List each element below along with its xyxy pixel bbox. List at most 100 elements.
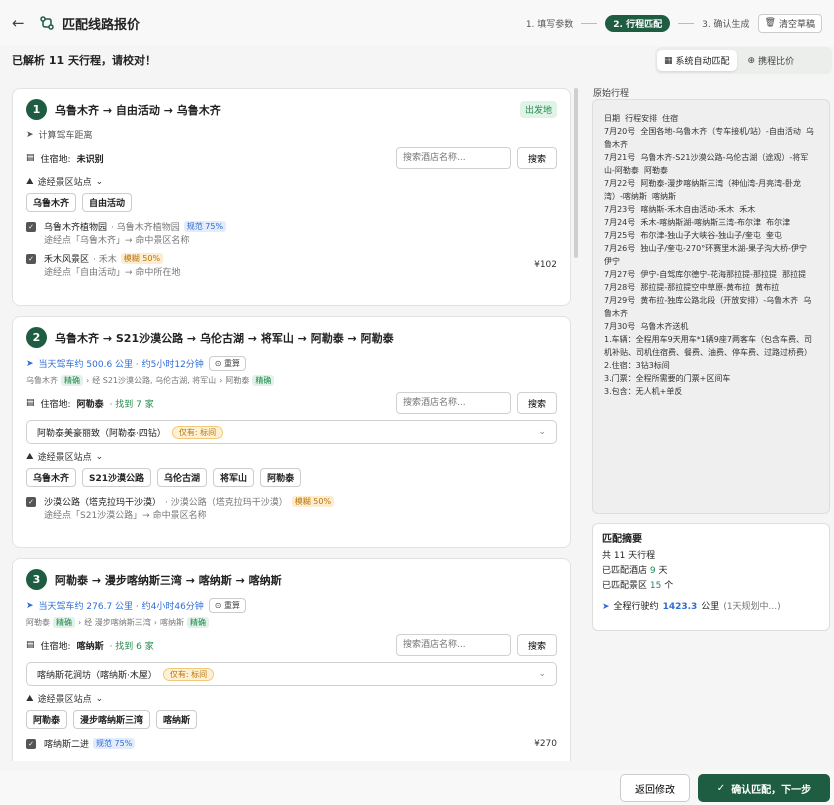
step-divider xyxy=(581,22,598,24)
via-label: 途经景区站点 xyxy=(37,695,92,705)
summary-hotels-prefix: 已匹配酒店 xyxy=(602,566,648,576)
summary-title: 匹配摘要 xyxy=(602,534,642,545)
raw-itinerary-text: 日期 行程安排 住宿 7月20号 全国各地-乌鲁木齐（专车接机/站）-自由活动 … xyxy=(592,99,830,514)
poi-item: ✓ 乌鲁木齐植物园 · 乌鲁木齐植物园 规范 75% 途经点「乌鲁木齐」→ 命中… xyxy=(26,220,557,246)
room-type-tag: 仅有: 标间 xyxy=(171,425,224,439)
total-km: 1423.3 xyxy=(662,602,698,612)
total-unit: 公里 xyxy=(701,602,720,612)
hotel-search-input[interactable] xyxy=(396,634,511,656)
via-chip[interactable]: 将军山 xyxy=(213,468,255,487)
page-title: 匹配线路报价 xyxy=(62,17,141,33)
hotel-icon: ▤ xyxy=(26,640,35,650)
mountain-icon: ⛰ xyxy=(26,176,34,187)
summary-pois-prefix: 已匹配景区 xyxy=(602,581,648,591)
poi-checkbox[interactable]: ✓ xyxy=(26,222,36,232)
day-card-1: 1 乌鲁木齐 → 自由活动 → 乌鲁木齐 出发地 ➤ 计算驾车距离 ▤ 住宿地:… xyxy=(12,88,571,306)
poi-price: ¥102 xyxy=(534,260,557,270)
poi-sub: · 沙漠公路（塔克拉玛干沙漠） xyxy=(165,498,288,508)
via-chip[interactable]: 乌鲁木齐 xyxy=(26,193,77,212)
stepper: 1. 填写参数 2. 行程匹配 3. 确认生成 🗑 清空草稿 xyxy=(525,13,822,33)
poi-note: 途经点「S21沙漠公路」→ 命中景区名称 xyxy=(44,511,207,521)
via-chip[interactable]: 喀纳斯 xyxy=(156,710,198,729)
match-badge: 模糊 50% xyxy=(120,253,164,264)
via-label: 途经景区站点 xyxy=(37,178,92,188)
via-section-toggle[interactable]: ⛰ 途经景区站点 ⌄ xyxy=(26,450,557,464)
day-card-2: 2 乌鲁木齐 → S21沙漠公路 → 乌伦古湖 → 将军山 → 阿勒泰 → 阿勒… xyxy=(12,316,571,548)
precise-badge: 精确 xyxy=(53,617,75,628)
drive-info: ➤ 当天驾车约 276.7 公里 · 约4小时46分钟 ⊙ 重算 xyxy=(26,598,557,613)
chevron-down-icon: ⌄ xyxy=(95,693,104,704)
recalc-button[interactable]: ⊙ 重算 xyxy=(208,356,247,371)
via-to: 喀纳斯 xyxy=(159,618,184,627)
hotel-icon: ▤ xyxy=(26,398,35,408)
match-summary: 匹配摘要 共 11 天行程 已匹配酒店 9 天 已匹配景区 15 个 ➤ 全程行… xyxy=(592,523,830,631)
check-icon: ✓ xyxy=(716,782,726,794)
navigation-icon: ➤ xyxy=(602,602,610,612)
precise-badge: 精确 xyxy=(61,375,83,386)
poi-item: ✓ 沙漠公路（塔克拉玛干沙漠） · 沙漠公路（塔克拉玛干沙漠） 模糊 50% 途… xyxy=(26,495,557,521)
summary-hotels-unit: 天 xyxy=(658,566,668,576)
recalc-label: 重算 xyxy=(224,601,241,610)
via-chip[interactable]: 乌伦古湖 xyxy=(157,468,208,487)
confirm-next-button[interactable]: ✓ 确认匹配，下一步 xyxy=(698,774,830,802)
match-badge: 规范 75% xyxy=(93,738,136,749)
back-arrow-icon[interactable]: ← xyxy=(12,14,30,32)
hotel-search-input[interactable] xyxy=(396,147,511,169)
via-mid: 经 漫步喀纳斯三湾 xyxy=(84,618,151,627)
clear-draft-button[interactable]: 🗑 清空草稿 xyxy=(757,13,822,33)
poi-checkbox[interactable]: ✓ xyxy=(26,739,36,749)
stay-value: 阿勒泰 xyxy=(76,399,104,410)
stay-value: 未识别 xyxy=(76,154,104,165)
hotel-icon: ▤ xyxy=(26,153,35,163)
room-type-tag: 仅有: 标间 xyxy=(162,667,215,681)
day-list: 1 乌鲁木齐 → 自由活动 → 乌鲁木齐 出发地 ➤ 计算驾车距离 ▤ 住宿地:… xyxy=(12,88,571,761)
via-chip[interactable]: 阿勒泰 xyxy=(260,468,302,487)
hotel-search-button[interactable]: 搜索 xyxy=(517,147,557,169)
day-number: 3 xyxy=(26,569,47,590)
mode-auto-match[interactable]: ▦ 系统自动匹配 xyxy=(657,50,737,71)
stay-label: 住宿地: xyxy=(40,154,71,165)
navigation-icon: ➤ xyxy=(26,358,34,369)
summary-days: 共 11 天行程 xyxy=(602,551,656,561)
hotel-search-button[interactable]: 搜索 xyxy=(517,392,557,414)
via-chip[interactable]: 漫步喀纳斯三湾 xyxy=(73,710,151,729)
poi-sub: · 禾木 xyxy=(93,255,117,265)
poi-checkbox[interactable]: ✓ xyxy=(26,497,36,507)
day-route: 阿勒泰 → 漫步喀纳斯三湾 → 喀纳斯 → 喀纳斯 xyxy=(55,573,282,587)
step-1: 1. 填写参数 xyxy=(525,19,574,30)
day-route: 乌鲁木齐 → 自由活动 → 乌鲁木齐 xyxy=(55,103,221,117)
recalc-button[interactable]: ⊙ 重算 xyxy=(208,598,247,613)
calc-distance-link[interactable]: ➤ 计算驾车距离 xyxy=(26,128,557,142)
via-label: 途经景区站点 xyxy=(37,453,92,463)
confirm-next-label: 确认匹配，下一步 xyxy=(731,784,812,796)
via-chips: 乌鲁木齐 自由活动 xyxy=(26,193,557,212)
poi-checkbox[interactable]: ✓ xyxy=(26,254,36,264)
via-chip[interactable]: S21沙漠公路 xyxy=(82,468,152,487)
summary-hotels-count: 9 xyxy=(649,566,656,576)
poi-name: 喀纳斯二进 xyxy=(44,740,90,750)
poi-note: 途经点「乌鲁木齐」→ 命中景区名称 xyxy=(44,236,190,246)
day-number: 1 xyxy=(26,99,47,120)
hotel-select[interactable]: 阿勒泰美豪丽致（阿勒泰·四钻） 仅有: 标间 ⌄ xyxy=(26,420,557,444)
via-section-toggle[interactable]: ⛰ 途经景区站点 ⌄ xyxy=(26,692,557,706)
day-card-3: 3 阿勒泰 → 漫步喀纳斯三湾 → 喀纳斯 → 喀纳斯 ➤ 当天驾车约 276.… xyxy=(12,558,571,761)
globe-icon: ⊕ xyxy=(747,55,756,66)
scrollbar[interactable] xyxy=(574,88,578,258)
via-chip[interactable]: 自由活动 xyxy=(82,193,133,212)
poi-name: 沙漠公路（塔克拉玛干沙漠） xyxy=(44,498,162,508)
via-from: 乌鲁木齐 xyxy=(26,376,58,385)
drive-info: ➤ 当天驾车约 500.6 公里 · 约5小时12分钟 ⊙ 重算 xyxy=(26,356,557,371)
hotel-search-button[interactable]: 搜索 xyxy=(517,634,557,656)
mode-ctrip-compare[interactable]: ⊕ 携程比价 xyxy=(741,50,802,71)
top-bar: ← 匹配线路报价 1. 填写参数 2. 行程匹配 3. 确认生成 🗑 清空草稿 xyxy=(0,0,834,46)
hotel-select[interactable]: 喀纳斯花涧坊（喀纳斯·木屋） 仅有: 标间 ⌄ xyxy=(26,662,557,686)
poi-name: 乌鲁木齐植物园 xyxy=(44,223,108,233)
chevron-right-icon: › xyxy=(219,376,223,385)
hotel-search-input[interactable] xyxy=(396,392,511,414)
via-chip[interactable]: 乌鲁木齐 xyxy=(26,468,77,487)
trash-icon: 🗑 xyxy=(764,18,776,28)
via-section-toggle[interactable]: ⛰ 途经景区站点 ⌄ xyxy=(26,175,557,189)
summary-total-distance: ➤ 全程行驶约 1423.3 公里 (1天规划中...) xyxy=(602,600,820,615)
back-modify-button[interactable]: 返回修改 xyxy=(620,774,690,802)
via-chip[interactable]: 阿勒泰 xyxy=(26,710,68,729)
